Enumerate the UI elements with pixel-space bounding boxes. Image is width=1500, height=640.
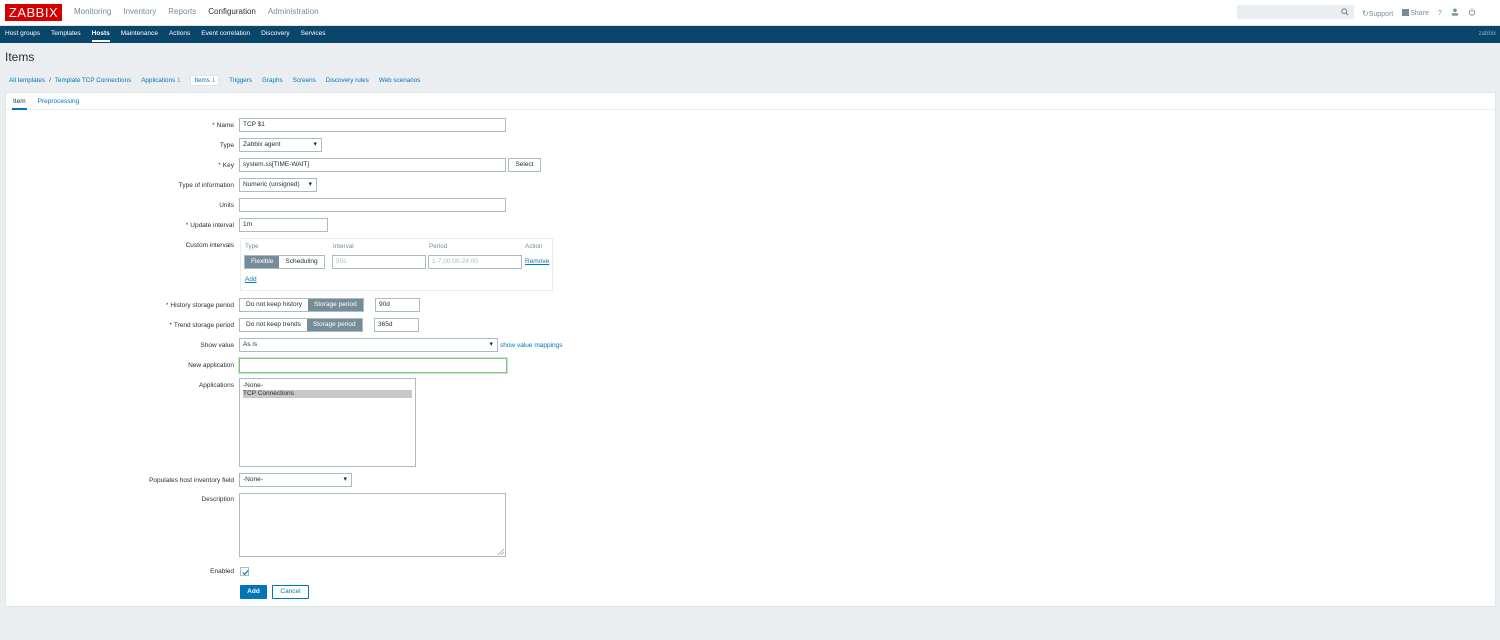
interval-type-toggle[interactable]: Flexible Scheduling [244, 255, 325, 269]
menu-monitoring[interactable]: Monitoring [74, 7, 111, 16]
current-user: zabbix [1478, 31, 1496, 37]
item-form: Item Preprocessing [5, 92, 1496, 607]
custom-header-period: Period [429, 243, 448, 250]
custom-intervals-label: Custom intervals [185, 242, 234, 249]
history-no-keep-option[interactable]: Do not keep history [240, 299, 309, 311]
breadcrumb-all-templates[interactable]: All templates [9, 77, 45, 84]
breadcrumb-applications[interactable]: Applications 1 [141, 77, 180, 84]
menu-configuration[interactable]: Configuration [208, 7, 256, 16]
history-storage-period-option[interactable]: Storage period [308, 299, 363, 311]
page-title: Items [5, 50, 35, 64]
cancel-button[interactable]: Cancel [272, 585, 309, 599]
custom-period-field[interactable]: 1-7,00:00-24:00 [428, 255, 522, 269]
submenu-actions[interactable]: Actions [169, 30, 190, 42]
search-input[interactable] [1237, 5, 1354, 19]
history-storage-toggle[interactable]: Do not keep history Storage period [239, 298, 364, 312]
key-field[interactable]: system.ss[TIME-WAIT] [239, 158, 506, 172]
show-value-mappings-link[interactable]: show value mappings [500, 342, 563, 349]
menu-inventory[interactable]: Inventory [123, 7, 156, 16]
new-application-label: New application [188, 362, 234, 369]
submenu-maintenance[interactable]: Maintenance [121, 30, 158, 42]
breadcrumb-triggers[interactable]: Triggers [229, 77, 252, 84]
custom-header-type: Type [245, 243, 259, 250]
checkmark-icon [242, 569, 249, 576]
submenu-event-correlation[interactable]: Event correlation [201, 30, 250, 42]
type-select[interactable]: Zabbix agent [239, 138, 322, 152]
scheduling-option[interactable]: Scheduling [279, 256, 324, 268]
key-select-button[interactable]: Select [508, 158, 541, 172]
breadcrumb-items[interactable]: Items 1 [190, 75, 220, 86]
add-button[interactable]: Add [240, 585, 267, 599]
breadcrumb: All templates / Template TCP Connections… [0, 73, 1500, 88]
share-link[interactable]: Share [1402, 9, 1429, 17]
custom-header-interval: Interval [333, 243, 354, 250]
breadcrumb-discovery-rules[interactable]: Discovery rules [326, 77, 369, 84]
trend-period-field[interactable]: 365d [374, 318, 419, 332]
add-interval-link[interactable]: Add [245, 276, 257, 283]
trend-storage-period-option[interactable]: Storage period [306, 319, 362, 331]
main-menu: Monitoring Inventory Reports Configurati… [74, 7, 319, 16]
type-of-information-select[interactable]: Numeric (unsigned) [239, 178, 317, 192]
units-label: Units [219, 202, 234, 209]
key-label: * Key [218, 162, 234, 169]
breadcrumb-separator: / [49, 77, 51, 84]
breadcrumb-web-scenarios[interactable]: Web scenarios [379, 77, 421, 84]
description-label: Description [201, 496, 234, 503]
update-interval-label: * Update interval [185, 222, 234, 229]
support-link[interactable]: ↻Support [1362, 9, 1393, 18]
breadcrumb-graphs[interactable]: Graphs [262, 77, 283, 84]
units-field[interactable] [239, 198, 506, 212]
remove-interval-link[interactable]: Remove [525, 258, 549, 265]
zabbix-logo[interactable]: ZABBIX [5, 4, 62, 21]
breadcrumb-screens[interactable]: Screens [293, 77, 316, 84]
tab-preprocessing[interactable]: Preprocessing [37, 93, 81, 110]
sign-out-icon[interactable] [1468, 8, 1476, 18]
inventory-field-select[interactable]: -None- [239, 473, 352, 487]
trend-storage-label: * Trend storage period [169, 322, 234, 329]
sub-menu: Host groups Templates Hosts Maintenance … [0, 26, 1500, 43]
top-right-tools: ↻Support Share ? [1362, 8, 1476, 18]
submenu-hosts[interactable]: Hosts [91, 30, 110, 42]
type-label: Type [219, 142, 234, 149]
trend-no-keep-option[interactable]: Do not keep trends [240, 319, 307, 331]
application-option-tcp-connections[interactable]: TCP Connections [243, 390, 412, 398]
custom-header-action: Action [525, 243, 543, 250]
menu-administration[interactable]: Administration [268, 7, 319, 16]
form-tabs: Item Preprocessing [6, 93, 1495, 110]
menu-reports[interactable]: Reports [168, 7, 196, 16]
inventory-field-label: Populates host inventory field [149, 477, 234, 484]
submenu-host-groups[interactable]: Host groups [5, 30, 40, 42]
breadcrumb-template[interactable]: Template TCP Connections [55, 77, 131, 84]
user-profile-icon[interactable] [1451, 8, 1459, 18]
submenu-discovery[interactable]: Discovery [261, 30, 290, 42]
enabled-label: Enabled [210, 568, 234, 575]
top-bar: ZABBIX Monitoring Inventory Reports Conf… [0, 0, 1500, 26]
resize-handle-icon [498, 549, 504, 555]
show-value-select[interactable]: As is [239, 338, 498, 352]
trend-storage-toggle[interactable]: Do not keep trends Storage period [239, 318, 363, 332]
submenu-services[interactable]: Services [301, 30, 326, 42]
help-link[interactable]: ? [1438, 10, 1442, 17]
enabled-checkbox[interactable] [240, 567, 249, 576]
type-of-information-label: Type of information [178, 182, 234, 189]
name-field[interactable]: TCP $1 [239, 118, 506, 132]
history-period-field[interactable]: 90d [375, 298, 420, 312]
name-label: * Name [212, 122, 234, 129]
tab-item[interactable]: Item [12, 93, 27, 110]
applications-label: Applications [198, 382, 234, 389]
support-icon: ↻ [1362, 8, 1369, 18]
custom-interval-field[interactable]: 50s [332, 255, 426, 269]
new-application-field[interactable] [239, 358, 507, 373]
share-icon [1402, 9, 1410, 16]
update-interval-field[interactable]: 1m [239, 218, 328, 232]
search-icon[interactable] [1341, 8, 1349, 18]
flexible-option[interactable]: Flexible [245, 256, 280, 268]
application-option-none[interactable]: -None- [243, 382, 412, 390]
applications-listbox[interactable]: -None- TCP Connections [239, 378, 416, 467]
show-value-label: Show value [200, 342, 234, 349]
description-textarea[interactable] [239, 493, 506, 557]
submenu-templates[interactable]: Templates [51, 30, 81, 42]
history-storage-label: * History storage period [165, 302, 234, 309]
custom-intervals-table: Type Interval Period Action Flexible Sch… [240, 238, 553, 291]
